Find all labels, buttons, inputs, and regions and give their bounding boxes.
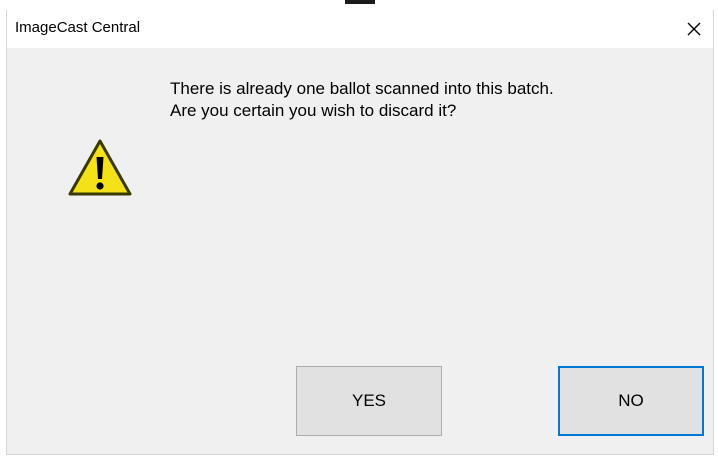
message-line-2: Are you certain you wish to discard it? (170, 101, 457, 120)
dialog-message: There is already one ballot scanned into… (170, 78, 554, 122)
message-line-1: There is already one ballot scanned into… (170, 79, 554, 98)
window-title: ImageCast Central (15, 19, 141, 36)
background-edge (0, 0, 718, 10)
no-button[interactable]: NO (558, 366, 704, 436)
warning-icon (68, 139, 132, 196)
yes-button[interactable]: YES (296, 366, 442, 436)
cropped-glyph-fragment (345, 0, 375, 4)
close-icon (687, 22, 701, 36)
message-dialog: ImageCast Central There is already one b… (6, 10, 714, 455)
close-button[interactable] (675, 10, 713, 48)
dialog-content: There is already one ballot scanned into… (7, 48, 713, 455)
title-bar: ImageCast Central (7, 10, 713, 48)
